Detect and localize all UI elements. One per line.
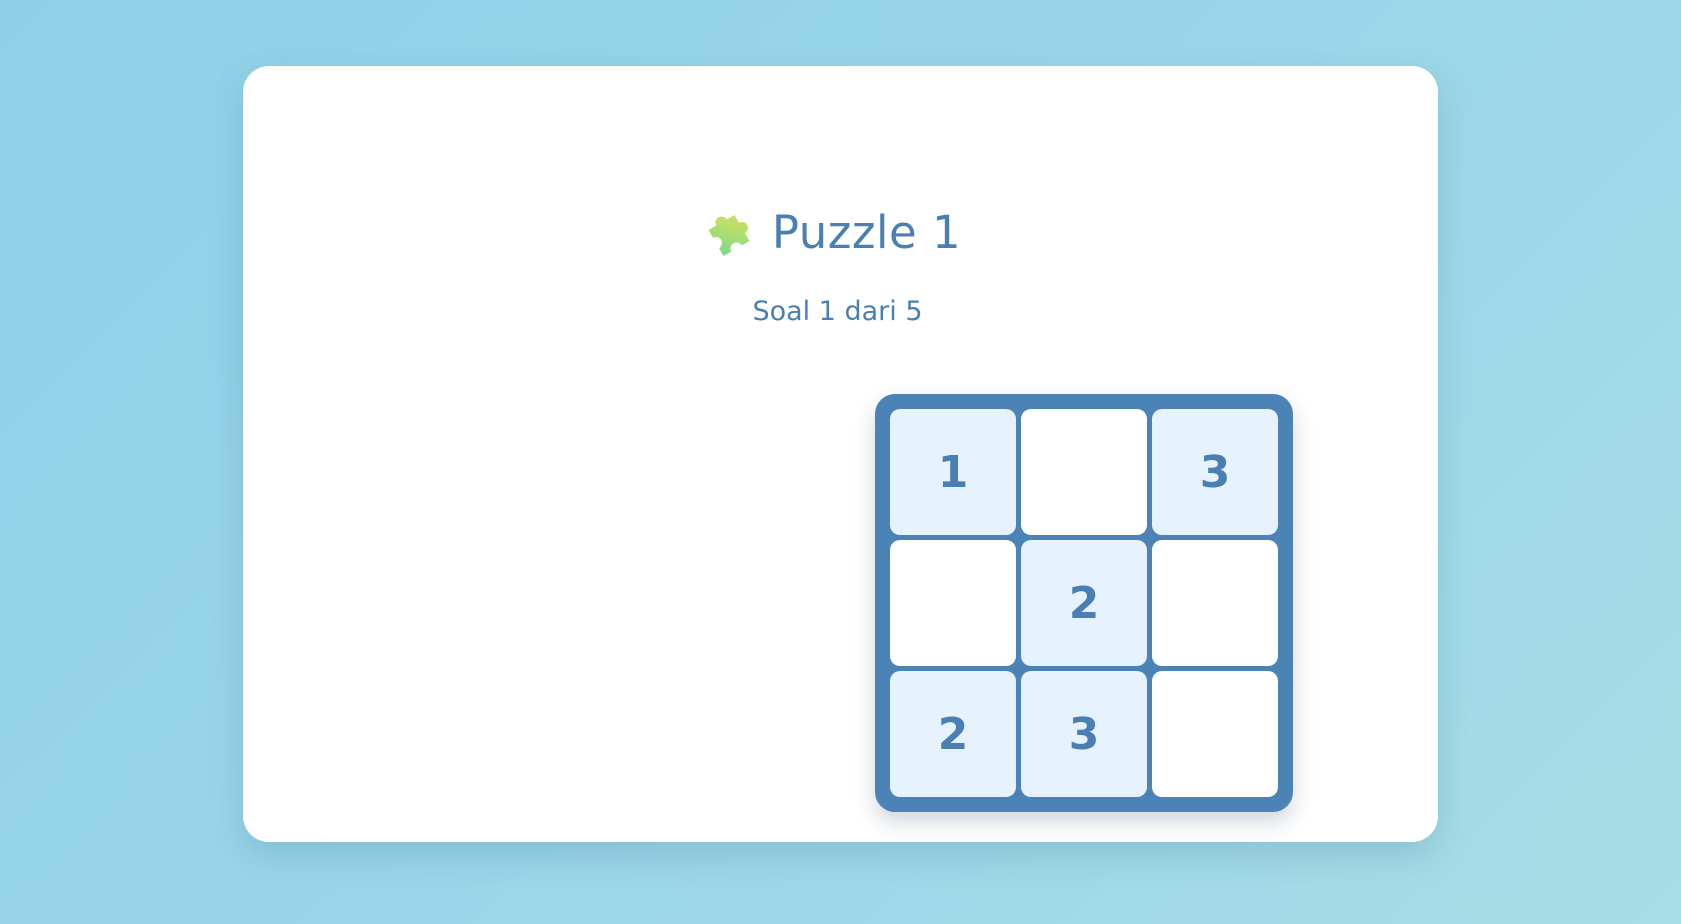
puzzle-board: 13223 (875, 394, 1293, 812)
given-cell: 2 (890, 671, 1016, 797)
given-cell: 3 (1021, 671, 1147, 797)
given-cell: 3 (1152, 409, 1278, 535)
puzzle-card: Puzzle 1 Soal 1 dari 5 13223 (243, 66, 1438, 842)
puzzle-piece-icon (700, 205, 754, 259)
empty-cell[interactable] (1021, 409, 1147, 535)
given-cell: 1 (890, 409, 1016, 535)
question-counter: Soal 1 dari 5 (752, 296, 923, 327)
page-title: Puzzle 1 (771, 205, 962, 259)
empty-cell[interactable] (1152, 671, 1278, 797)
title-row: Puzzle 1 (233, 200, 1428, 264)
given-cell: 2 (1021, 540, 1147, 666)
empty-cell[interactable] (1152, 540, 1278, 666)
empty-cell[interactable] (890, 540, 1016, 666)
